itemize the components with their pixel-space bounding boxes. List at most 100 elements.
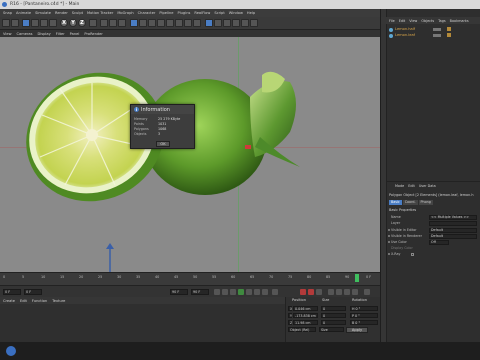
prev-frame-icon[interactable] (230, 289, 236, 295)
menu-item[interactable]: Pipeline (159, 11, 173, 15)
object-name[interactable]: Lemon.half (395, 27, 415, 31)
name-field[interactable]: << Multiple Values >> (429, 215, 477, 220)
current-frame-field[interactable]: 0 F (24, 289, 42, 295)
y-axis-lock-button[interactable]: Y (69, 19, 77, 27)
position-z-field[interactable]: 11.98 cm (293, 320, 318, 325)
menu-item[interactable]: RealFlow (194, 11, 210, 15)
menu-item[interactable]: Sculpt (72, 11, 83, 15)
pen-icon[interactable] (139, 19, 147, 27)
play-icon[interactable] (238, 289, 244, 295)
attribute-menu-item[interactable]: Edit (408, 184, 415, 188)
param-key-icon[interactable] (352, 289, 358, 295)
objects-menu-item[interactable]: Tags (438, 19, 446, 23)
live-selection-icon[interactable] (22, 19, 30, 27)
objects-menu-item[interactable]: Bookmarks (450, 19, 469, 23)
scale-key-icon[interactable] (344, 289, 350, 295)
cinema4d-taskbar-icon[interactable] (6, 346, 16, 356)
apply-button[interactable]: Apply (346, 327, 368, 333)
material-tag-icon[interactable] (447, 27, 451, 31)
coordinate-mode-dropdown[interactable]: Object (Rel) (288, 327, 316, 332)
use-color-dropdown[interactable]: Off (429, 240, 449, 245)
3d-viewport[interactable] (0, 37, 380, 272)
polygons-mode-icon[interactable] (223, 19, 231, 27)
menu-item[interactable]: Animate (16, 11, 31, 15)
menu-item[interactable]: Plugins (177, 11, 190, 15)
rotation-b-field[interactable]: B 0 ° (350, 320, 378, 325)
animate-dot-icon[interactable] (388, 241, 390, 243)
locked-workplane-icon[interactable] (250, 19, 258, 27)
subdivision-icon[interactable] (148, 19, 156, 27)
menu-item[interactable]: Render (55, 11, 68, 15)
edges-mode-icon[interactable] (214, 19, 222, 27)
material-tag-icon[interactable] (447, 33, 451, 37)
objects-menu-item[interactable]: View (409, 19, 417, 23)
floor-icon[interactable] (175, 19, 183, 27)
objects-menu-item[interactable]: Objects (421, 19, 434, 23)
size-y-field[interactable]: 0 (321, 313, 346, 318)
move-icon[interactable] (31, 19, 39, 27)
attribute-menu-item[interactable]: User Data (419, 184, 436, 188)
x-axis-handle[interactable] (245, 145, 251, 149)
tab-phong[interactable]: Phong (418, 200, 433, 205)
autokey-icon[interactable] (308, 289, 314, 295)
menu-item[interactable]: Character (138, 11, 156, 15)
z-axis-lock-button[interactable]: Z (78, 19, 86, 27)
snap-icon[interactable] (241, 19, 249, 27)
viewport-menu-item[interactable]: Display (38, 32, 51, 36)
objects-menu-item[interactable]: Edit (399, 19, 406, 23)
material-menu-item[interactable]: Edit (20, 299, 27, 303)
rotation-key-icon[interactable] (336, 289, 342, 295)
max-frame-field[interactable]: 90 F (191, 289, 209, 295)
deformer-icon[interactable] (166, 19, 174, 27)
rotation-h-field[interactable]: H 0 ° (350, 306, 378, 311)
start-frame-field[interactable]: 0 F (3, 289, 21, 295)
xray-checkbox[interactable] (411, 253, 414, 256)
render-settings-icon[interactable] (118, 19, 126, 27)
render-view-icon[interactable] (100, 19, 108, 27)
timeline-ruler[interactable]: 0 5 10 15 20 25 30 35 40 45 50 55 60 65 … (0, 272, 380, 285)
menu-item[interactable]: Motion Tracker (87, 11, 113, 15)
tab-basic[interactable]: Basic (389, 200, 402, 205)
material-menu-item[interactable]: Create (3, 299, 15, 303)
object-list-item[interactable]: Lemon.half (389, 27, 479, 32)
timeline-layout-icon[interactable] (364, 289, 370, 295)
layer-field[interactable] (429, 221, 477, 226)
animate-dot-icon[interactable] (388, 235, 390, 237)
animate-dot-icon[interactable] (388, 229, 390, 231)
viewport-menu-item[interactable]: ProRender (84, 32, 103, 36)
viewport-menu-item[interactable]: Cameras (17, 32, 33, 36)
cube-icon[interactable] (130, 19, 138, 27)
goto-start-icon[interactable] (214, 289, 220, 295)
visible-editor-dropdown[interactable]: Default (429, 228, 477, 233)
menu-item[interactable]: MoGraph (117, 11, 133, 15)
objects-menu-item[interactable]: File (389, 19, 395, 23)
goto-end-icon[interactable] (262, 289, 268, 295)
menu-item[interactable]: Script (214, 11, 224, 15)
keyframe-selection-icon[interactable] (316, 289, 322, 295)
redo-icon[interactable] (11, 19, 19, 27)
light-icon[interactable] (193, 19, 201, 27)
object-name[interactable]: Lemon.leaf (395, 33, 415, 37)
camera-icon[interactable] (184, 19, 192, 27)
menu-item[interactable]: Window (229, 11, 243, 15)
render-picture-viewer-icon[interactable] (109, 19, 117, 27)
rotate-icon[interactable] (49, 19, 57, 27)
loop-icon[interactable] (272, 289, 278, 295)
tab-coord[interactable]: Coord. (402, 200, 418, 205)
object-list-item[interactable]: Lemon.leaf (389, 33, 479, 38)
attribute-menu-item[interactable]: Mode (395, 184, 404, 188)
scale-icon[interactable] (40, 19, 48, 27)
position-x-field[interactable]: 0.046 cm (293, 306, 318, 311)
size-x-field[interactable]: 0 (321, 306, 346, 311)
record-key-icon[interactable] (300, 289, 306, 295)
material-menu-item[interactable]: Function (32, 299, 47, 303)
viewport-menu-item[interactable]: View (3, 32, 12, 36)
viewport-menu-item[interactable]: Filter (56, 32, 65, 36)
coordinate-system-icon[interactable] (89, 19, 97, 27)
x-axis-lock-button[interactable]: X (60, 19, 68, 27)
visibility-toggle[interactable] (433, 28, 441, 31)
menu-item[interactable]: Simulate (35, 11, 51, 15)
next-key-icon[interactable] (254, 289, 260, 295)
menu-item[interactable]: Help (247, 11, 255, 15)
undo-icon[interactable] (2, 19, 10, 27)
